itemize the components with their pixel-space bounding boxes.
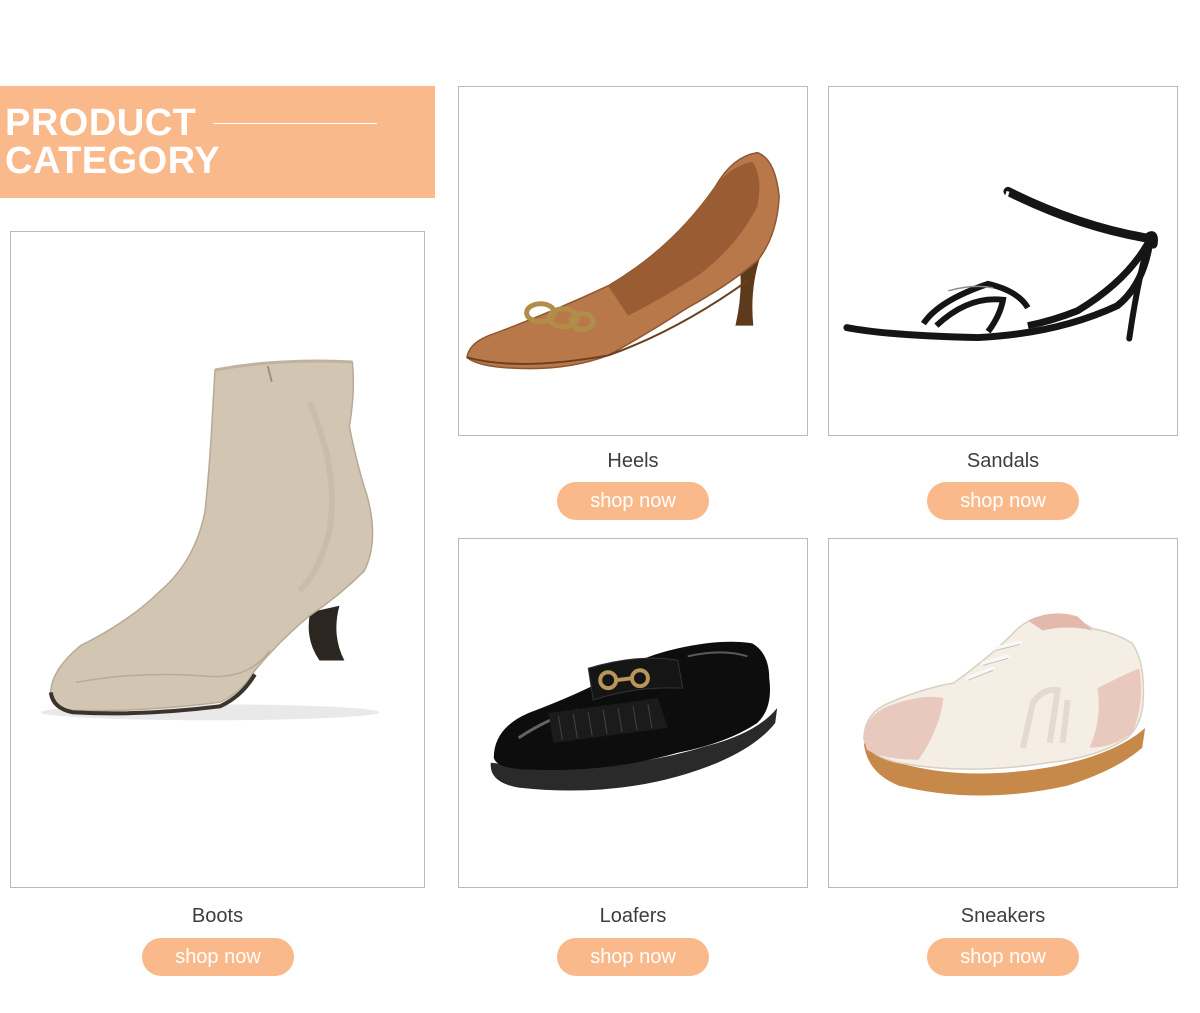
category-name-sandals: Sandals	[966, 450, 1040, 472]
category-name-heels: Heels	[607, 450, 659, 472]
product-image-sneakers[interactable]	[828, 538, 1178, 888]
header-divider	[213, 123, 377, 124]
strappy-sandal-image	[843, 186, 1158, 342]
sneaker-image	[863, 613, 1146, 796]
product-image-loafers[interactable]	[458, 538, 808, 888]
pump-heel-image	[466, 151, 780, 370]
category-header-banner: PRODUCT CATEGORY	[0, 86, 435, 198]
product-image-heels[interactable]	[458, 86, 808, 436]
shop-now-button-sandals[interactable]: shop now	[927, 482, 1079, 520]
shop-now-button-boots[interactable]: shop now	[142, 938, 294, 976]
page-title-line2: CATEGORY	[5, 140, 221, 182]
category-name-boots: Boots	[191, 905, 244, 927]
page-title: PRODUCT CATEGORY	[5, 104, 220, 180]
category-name-sneakers: Sneakers	[960, 905, 1046, 927]
page-title-line1: PRODUCT	[5, 102, 197, 144]
product-image-sandals[interactable]	[828, 86, 1178, 436]
product-image-boots[interactable]	[10, 231, 425, 888]
ankle-boot-image	[40, 359, 380, 721]
shop-now-button-sneakers[interactable]: shop now	[927, 938, 1079, 976]
shop-now-button-loafers[interactable]: shop now	[557, 938, 709, 976]
category-name-loafers: Loafers	[599, 905, 667, 927]
patent-loafer-image	[490, 641, 778, 791]
shop-now-button-heels[interactable]: shop now	[557, 482, 709, 520]
